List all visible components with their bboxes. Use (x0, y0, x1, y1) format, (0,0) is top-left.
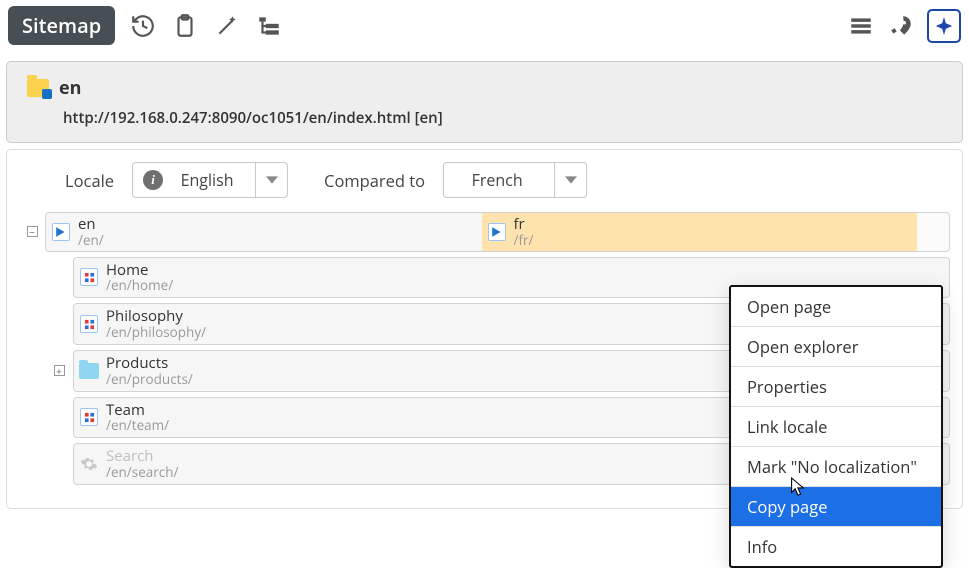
rocket-icon[interactable] (887, 12, 915, 40)
tree-collapse-icon[interactable] (255, 12, 283, 40)
root-fr-path: /fr/ (514, 233, 534, 248)
root-en-path: /en/ (78, 233, 104, 248)
folder-icon (79, 363, 99, 379)
top-toolbar: Sitemap (0, 0, 969, 51)
menu-item-mark-no-loc[interactable]: Mark "No localization" (731, 446, 941, 486)
page-icon (80, 268, 98, 286)
page-icon (80, 315, 98, 333)
menu-item-properties[interactable]: Properties (731, 366, 941, 406)
clipboard-icon[interactable] (171, 12, 199, 40)
item-path: /en/home/ (106, 278, 173, 293)
chevron-down-icon (255, 163, 287, 197)
page-title: en (59, 76, 81, 100)
page-icon (80, 408, 98, 426)
item-path: /en/search/ (106, 465, 179, 480)
root-fr[interactable]: fr/fr/ (482, 213, 918, 251)
compared-value: French (444, 169, 554, 191)
collapse-toggle[interactable]: − (27, 226, 38, 237)
menu-item-copy-page[interactable]: Copy page (731, 486, 941, 526)
chevron-down-icon (554, 163, 586, 197)
tree-root-row: − en/en/ fr/fr/ (19, 212, 950, 252)
menu-item-link-locale[interactable]: Link locale (731, 406, 941, 446)
launchpad-icon[interactable] (927, 9, 961, 43)
sitemap-button[interactable]: Sitemap (8, 6, 115, 45)
gear-icon (78, 453, 100, 475)
page-header-panel: en http://192.168.0.247:8090/oc1051/en/i… (6, 61, 963, 143)
compared-select[interactable]: French (443, 162, 587, 198)
item-path: /en/team/ (106, 418, 169, 433)
locale-select[interactable]: i English (132, 162, 288, 198)
item-path: /en/products/ (106, 372, 193, 387)
page-url: http://192.168.0.247:8090/oc1051/en/inde… (63, 108, 942, 128)
compared-to-label: Compared to (324, 169, 425, 192)
root-en[interactable]: en/en/ (46, 213, 482, 251)
magic-wand-icon[interactable] (213, 12, 241, 40)
locale-controls: Locale i English Compared to French (65, 162, 950, 198)
cursor-icon (788, 476, 806, 503)
context-menu: Open page Open explorer Properties Link … (729, 285, 943, 568)
menu-item-open-page[interactable]: Open page (731, 287, 941, 326)
info-icon: i (143, 170, 163, 190)
menu-item-info[interactable]: Info (731, 526, 941, 566)
history-icon[interactable] (129, 12, 157, 40)
arrow-right-icon (488, 223, 506, 241)
menu-item-open-explorer[interactable]: Open explorer (731, 326, 941, 366)
arrow-right-icon (52, 223, 70, 241)
item-path: /en/philosophy/ (106, 325, 206, 340)
menu-icon[interactable] (847, 12, 875, 40)
locale-label: Locale (65, 169, 114, 192)
tree-root-card[interactable]: en/en/ fr/fr/ (45, 212, 950, 252)
locale-value: English (163, 169, 255, 191)
expand-toggle[interactable]: + (54, 365, 65, 376)
folder-icon (27, 79, 49, 97)
